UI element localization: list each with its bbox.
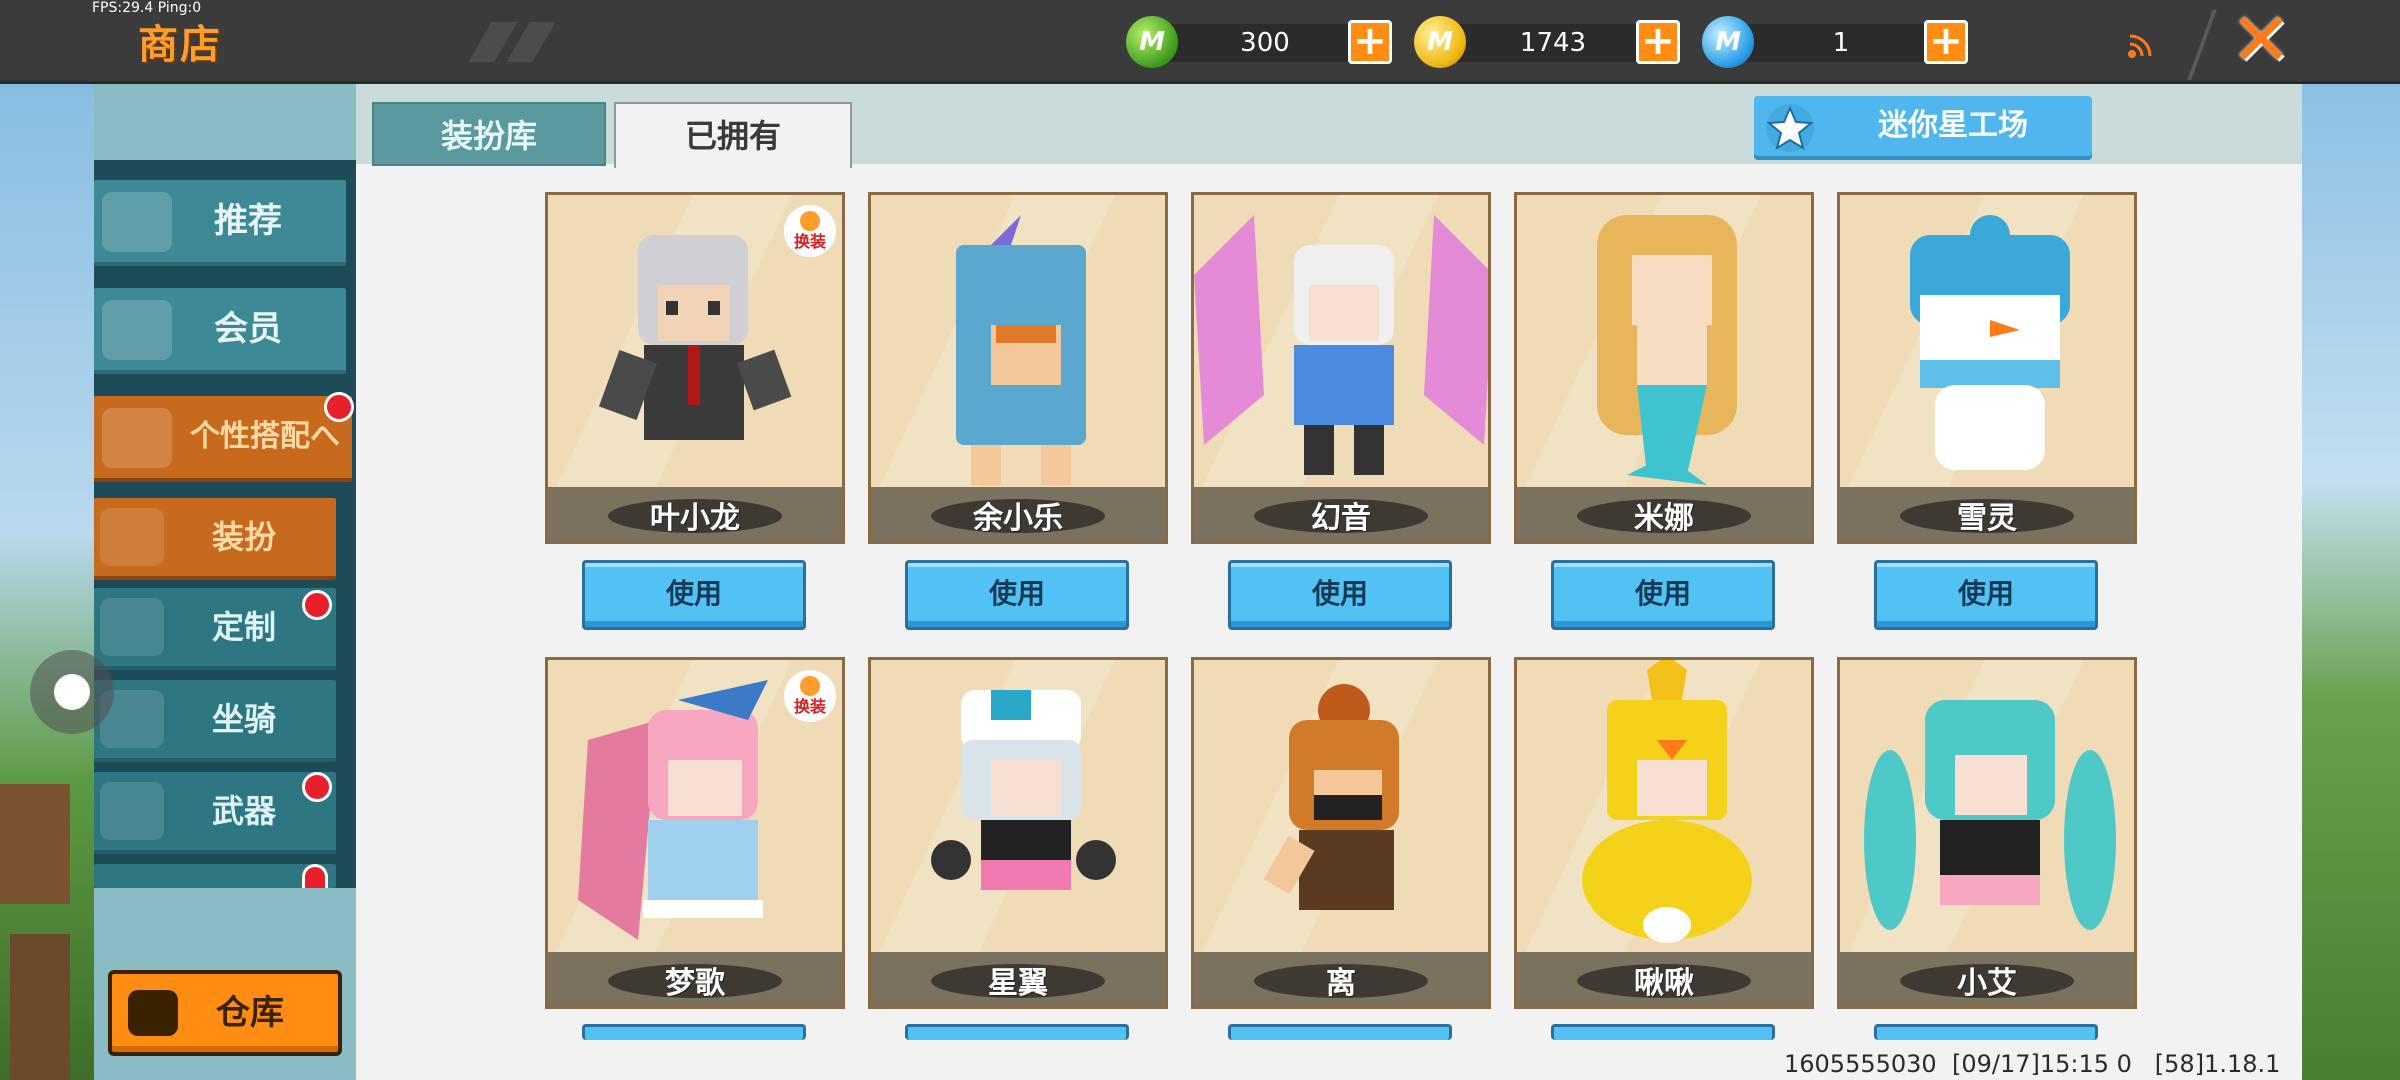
use-button[interactable]: 使用 xyxy=(1228,560,1452,630)
sidebar-item-label: 会员 xyxy=(214,309,282,349)
character-card[interactable]: 米娜 xyxy=(1514,192,1814,544)
tab-outfit-library[interactable]: 装扮库 xyxy=(372,102,606,166)
outfit-switch-badge: 换装 xyxy=(782,668,838,724)
add-currency-2-button[interactable]: + xyxy=(1636,20,1680,64)
character-card[interactable]: 换装 梦歌 xyxy=(545,657,845,1009)
sidebar-subitem-weapon[interactable]: 武器 xyxy=(94,772,336,854)
sidebar-item-vip[interactable]: 会员 xyxy=(94,288,346,374)
character-xueling-image xyxy=(1910,215,2070,470)
pistol-icon xyxy=(100,782,164,840)
gold-coin-icon: M xyxy=(1414,16,1466,68)
character-card[interactable]: 雪灵 xyxy=(1837,192,2137,544)
character-card[interactable]: 幻音 xyxy=(1191,192,1491,544)
sidebar-subitem-label: 装扮 xyxy=(212,518,277,556)
chest-icon xyxy=(128,990,178,1036)
sidebar-top-area xyxy=(94,84,356,160)
character-name: 离 xyxy=(1326,966,1356,1001)
sidebar-item-recommend[interactable]: 推荐 xyxy=(94,180,346,266)
background-left xyxy=(0,84,96,1080)
character-name: 叶小龙 xyxy=(650,501,740,536)
warehouse-button[interactable]: 仓库 xyxy=(108,970,342,1056)
sidebar-subitem-label: 坐骑 xyxy=(212,700,277,738)
m-shirt-icon xyxy=(100,508,164,566)
use-button[interactable]: 使用 xyxy=(1874,560,2098,630)
use-button[interactable]: 使用 xyxy=(905,560,1129,630)
build-info: 1605555030 [09/17]15:15 0 [58]1.18.1 xyxy=(1784,1050,2281,1078)
character-name: 幻音 xyxy=(1311,501,1371,536)
character-card[interactable]: 小艾 xyxy=(1837,657,2137,1009)
vip-icon xyxy=(102,300,172,360)
use-button[interactable] xyxy=(1874,1024,2098,1040)
svg-text:换装: 换装 xyxy=(794,697,826,716)
character-huanyin-image xyxy=(1194,215,1488,475)
character-name: 雪灵 xyxy=(1957,501,2017,536)
character-xingyi-image xyxy=(931,690,1116,890)
sidebar-subitem-custom[interactable]: 定制 xyxy=(94,588,336,670)
blue-coin-icon: M xyxy=(1702,16,1754,68)
tab-owned[interactable]: 已拥有 xyxy=(614,102,852,168)
currency-value-1: 300 xyxy=(1240,28,1290,58)
sidebar-subitem-partial[interactable] xyxy=(94,864,336,888)
add-currency-3-button[interactable]: + xyxy=(1924,20,1968,64)
character-jiujiu-image xyxy=(1582,660,1752,943)
character-xiaoai-image xyxy=(1864,700,2116,930)
character-card[interactable]: 余小乐 xyxy=(868,192,1168,544)
character-yuxiaole-image xyxy=(956,215,1086,485)
character-name: 余小乐 xyxy=(973,501,1063,536)
character-name: 米娜 xyxy=(1634,501,1694,536)
sidebar-item-label: 推荐 xyxy=(214,201,282,241)
workshop-label: 迷你星工场 xyxy=(1878,108,2028,143)
character-card[interactable]: 换装 叶小龙 xyxy=(545,192,845,544)
character-name: 小艾 xyxy=(1957,966,2017,1001)
rss-signal-icon xyxy=(2128,34,2152,58)
floating-assist-button[interactable] xyxy=(30,650,114,734)
svg-text:换装: 换装 xyxy=(794,232,826,251)
page-title: 商店 xyxy=(138,22,222,68)
notification-dot xyxy=(302,864,328,888)
use-button[interactable] xyxy=(905,1024,1129,1040)
use-button[interactable] xyxy=(1228,1024,1452,1040)
pencil-icon xyxy=(100,598,164,656)
character-li-image xyxy=(1263,684,1399,910)
character-name: 梦歌 xyxy=(665,966,725,1001)
thumbs-up-icon xyxy=(102,192,172,252)
character-card[interactable]: 星翼 xyxy=(868,657,1168,1009)
character-card[interactable]: 离 xyxy=(1191,657,1491,1009)
use-button[interactable]: 使用 xyxy=(582,560,806,630)
sidebar-item-label: 个性搭配へ xyxy=(190,419,340,454)
add-currency-1-button[interactable]: + xyxy=(1348,20,1392,64)
currency-value-2: 1743 xyxy=(1519,28,1587,58)
sidebar-subitem-outfit[interactable]: 装扮 xyxy=(94,498,336,580)
notification-dot xyxy=(302,590,332,620)
warehouse-label: 仓库 xyxy=(216,993,284,1033)
sidebar-subitem-label: 定制 xyxy=(212,608,277,646)
background-right xyxy=(2302,84,2400,1080)
mini-workshop-button[interactable]: 迷你星工场 xyxy=(1754,96,2092,160)
top-bar: FPS:29.4 Ping:0 商店 M 300 + M 1743 + M 1 … xyxy=(0,0,2400,84)
use-button[interactable]: 使用 xyxy=(1551,560,1775,630)
character-mina-image xyxy=(1597,215,1737,485)
use-button[interactable] xyxy=(582,1024,806,1040)
trophy-icon xyxy=(102,408,172,468)
use-button[interactable] xyxy=(1551,1024,1775,1040)
sidebar-subitem-label: 武器 xyxy=(212,792,277,830)
character-name: 星翼 xyxy=(988,966,1048,1001)
sidebar-subitem-mount[interactable]: 坐骑 xyxy=(94,680,336,762)
character-name: 啾啾 xyxy=(1634,966,1694,1001)
currency-value-3: 1 xyxy=(1832,28,1850,58)
star-icon xyxy=(1766,104,1814,152)
notification-dot xyxy=(324,392,354,422)
green-gem-coin-icon: M xyxy=(1126,16,1178,68)
close-button[interactable]: ✕ xyxy=(2226,2,2296,78)
character-card[interactable]: 啾啾 xyxy=(1514,657,1814,1009)
notification-dot xyxy=(302,772,332,802)
sidebar-item-personal-match[interactable]: 个性搭配へ xyxy=(94,396,352,482)
outfit-switch-badge: 换装 xyxy=(782,203,838,259)
topbar-divider xyxy=(2187,10,2217,80)
